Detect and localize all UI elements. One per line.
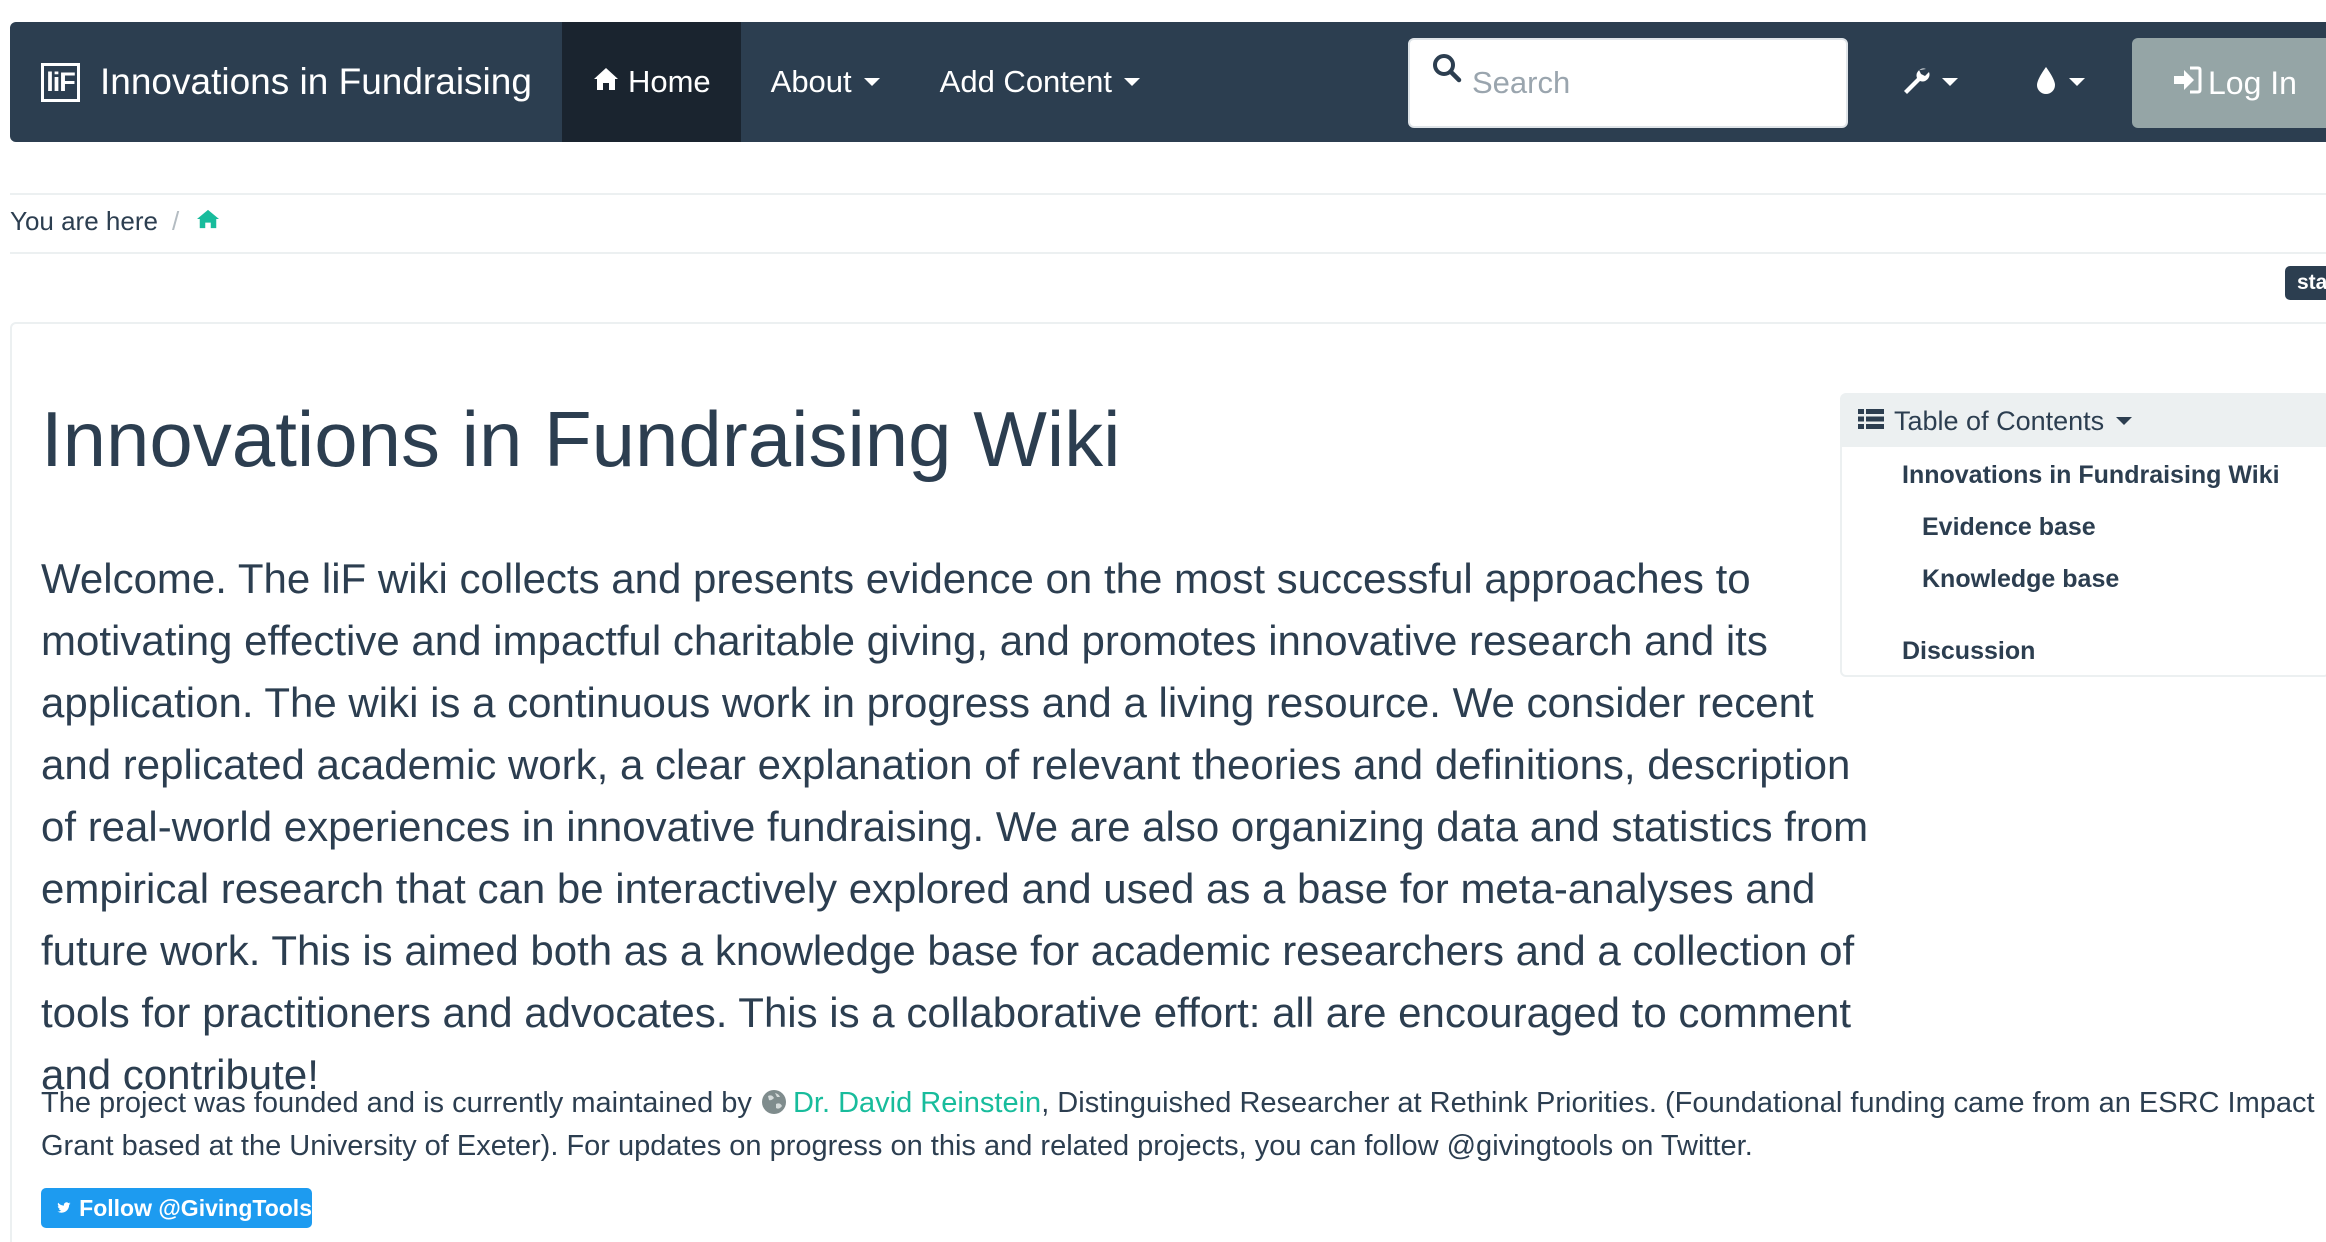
- nav-home-label: Home: [627, 64, 711, 99]
- chevron-down-icon: [2069, 78, 2085, 86]
- nav-home[interactable]: Home: [561, 22, 741, 142]
- table-of-contents: Table of Contents Innovations in Fundrai…: [1840, 393, 2326, 677]
- page-title: Innovations in Fundraising Wiki: [41, 395, 1121, 483]
- list-icon: [1858, 406, 1884, 437]
- breadcrumb: You are here /: [10, 206, 221, 237]
- divider: [10, 193, 2326, 195]
- toc-title: Table of Contents: [1894, 405, 2105, 436]
- brand-link[interactable]: liF Innovations in Fundraising: [10, 22, 562, 142]
- page: liF Innovations in Fundraising Home Abou…: [0, 0, 2326, 1242]
- toc-item-knowledge-base[interactable]: Knowledge base: [1922, 565, 2119, 594]
- nav-add-content-dropdown[interactable]: Add Content: [910, 22, 1170, 142]
- brand-title: Innovations in Fundraising: [100, 61, 532, 102]
- divider: [10, 252, 2326, 254]
- toc-item-evidence-base[interactable]: Evidence base: [1922, 513, 2096, 542]
- chevron-down-icon: [1124, 78, 1141, 86]
- login-button[interactable]: Log In: [2132, 38, 2326, 128]
- top-navbar: liF Innovations in Fundraising Home Abou…: [10, 22, 2326, 142]
- brand-logo: liF: [41, 62, 80, 102]
- lead-text: Welcome. The liF wiki collects and prese…: [41, 555, 1869, 1098]
- home-icon: [195, 206, 221, 236]
- breadcrumb-separator: /: [171, 206, 180, 236]
- theme-dropdown[interactable]: [2035, 22, 2085, 142]
- twitter-follow-button[interactable]: Follow @GivingTools: [41, 1188, 312, 1228]
- author-link[interactable]: Dr. David Reinstein: [793, 1087, 1041, 1119]
- breadcrumb-home-link[interactable]: [195, 206, 221, 237]
- search-box: [1408, 38, 1848, 128]
- nav-add-content-label: Add Content: [939, 64, 1113, 99]
- toc-item-innovations-wiki[interactable]: Innovations in Fundraising Wiki: [1902, 461, 2280, 490]
- globe-icon: [760, 1086, 788, 1114]
- login-label: Log In: [2208, 64, 2297, 101]
- home-icon: [592, 64, 620, 100]
- nav-about-dropdown[interactable]: About: [741, 22, 910, 142]
- status-badge: sta: [2285, 266, 2326, 300]
- body-prefix: The project was founded and is currently…: [41, 1087, 760, 1119]
- breadcrumb-label: You are here: [10, 206, 158, 236]
- chevron-down-icon: [1942, 78, 1958, 86]
- search-input[interactable]: [1472, 65, 1832, 101]
- nav-about-label: About: [770, 64, 852, 99]
- tools-dropdown[interactable]: [1900, 22, 1958, 142]
- wrench-icon: [1900, 65, 1930, 100]
- sign-in-icon: [2172, 65, 2202, 102]
- twitter-icon: [57, 1202, 71, 1213]
- toc-toggle[interactable]: Table of Contents: [1842, 395, 2326, 447]
- twitter-button-label: Follow @GivingTools: [79, 1194, 312, 1221]
- body-paragraph: The project was founded and is currently…: [41, 1082, 2326, 1168]
- chevron-down-icon: [2116, 417, 2133, 425]
- chevron-down-icon: [863, 78, 880, 86]
- toc-item-discussion[interactable]: Discussion: [1902, 637, 2035, 666]
- search-icon: [1432, 53, 1464, 93]
- droplet-icon: [2035, 65, 2057, 100]
